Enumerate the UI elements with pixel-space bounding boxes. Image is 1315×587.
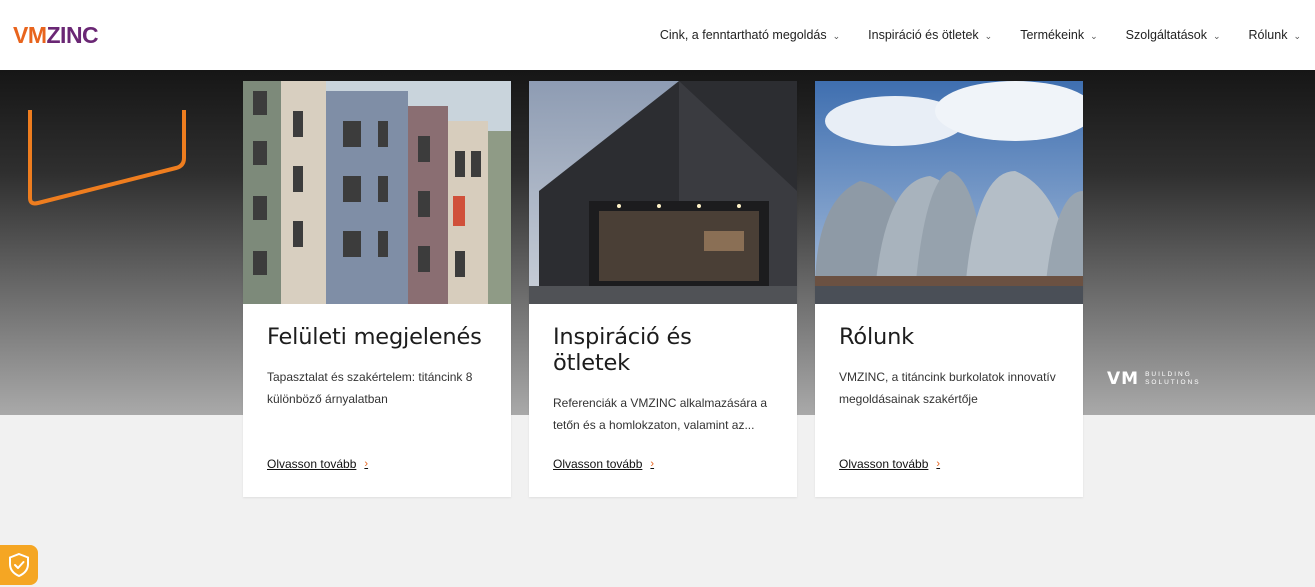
- read-more-link[interactable]: Olvasson tovább ›: [267, 457, 368, 471]
- card-title: Felületi megjelenés: [267, 324, 482, 350]
- logo-zinc-text: ZINC: [46, 21, 99, 48]
- card-description: Referenciák a VMZINC alkalmazására a tet…: [553, 396, 768, 432]
- logo-vm-text: VM: [13, 21, 47, 48]
- nav-item-inspiracio[interactable]: Inspiráció és ötletek ⌄: [868, 28, 992, 42]
- chevron-down-icon: ⌄: [1212, 30, 1221, 41]
- card-image-zinc-domes[interactable]: [815, 81, 1083, 304]
- chevron-right-icon: ›: [650, 458, 655, 470]
- card-body: Inspiráció és ötletek Referenciák a VMZI…: [529, 304, 797, 497]
- read-more-link[interactable]: Olvasson tovább ›: [839, 457, 940, 471]
- chevron-right-icon: ›: [936, 458, 941, 470]
- main-navigation: Cink, a fenntartható megoldás ⌄ Inspiráci…: [632, 28, 1301, 42]
- decorative-orange-outline: [28, 110, 186, 206]
- card-title: Rólunk: [839, 324, 914, 350]
- solutions-label: SOLUTIONS: [1145, 379, 1201, 386]
- card-title: Inspiráció és ötletek: [553, 324, 692, 376]
- nav-item-label: Szolgáltatások: [1125, 28, 1207, 42]
- nav-item-szolgaltatasok[interactable]: Szolgáltatások ⌄: [1126, 28, 1221, 42]
- read-more-label: Olvasson tovább: [839, 457, 929, 471]
- card-description: Tapasztalat és szakértelem: titáncink 8 …: [267, 370, 473, 406]
- chevron-down-icon: ⌄: [1090, 30, 1098, 41]
- read-more-label: Olvasson tovább: [267, 457, 357, 471]
- building-label: BUILDING: [1145, 371, 1192, 378]
- chevron-right-icon: ›: [364, 458, 369, 470]
- vm-logo-text: VM: [1107, 369, 1140, 389]
- read-more-label: Olvasson tovább: [553, 457, 643, 471]
- card-image-dark-house[interactable]: [529, 81, 797, 304]
- nav-item-termekeink[interactable]: Termékeink ⌄: [1020, 28, 1097, 42]
- nav-item-label: Termékeink: [1020, 28, 1085, 42]
- nav-item-rolunk[interactable]: Rólunk ⌄: [1249, 28, 1301, 42]
- chevron-down-icon: ⌄: [832, 30, 841, 41]
- card-image-facade[interactable]: [243, 81, 511, 304]
- card-feluleti-megjelenes[interactable]: Felületi megjelenés Tapasztalat és szaké…: [243, 81, 511, 497]
- card-body: Felületi megjelenés Tapasztalat és szaké…: [243, 304, 511, 497]
- cookie-consent-button[interactable]: [0, 545, 38, 585]
- vmzinc-logo[interactable]: VM ZINC: [13, 20, 99, 50]
- nav-item-label: Inspiráció és ötletek: [868, 28, 979, 42]
- chevron-down-icon: ⌄: [984, 30, 993, 41]
- card-description: VMZINC, a titáncink burkolatok innovatív…: [839, 370, 1056, 406]
- nav-item-cink[interactable]: Cink, a fenntartható megoldás ⌄: [660, 28, 840, 42]
- vm-building-solutions-logo: VM BUILDING SOLUTIONS: [1107, 369, 1201, 389]
- nav-item-label: Rólunk: [1248, 28, 1288, 42]
- card-rolunk[interactable]: Rólunk VMZINC, a titáncink burkolatok in…: [815, 81, 1083, 497]
- shield-check-icon: [9, 553, 29, 577]
- card-inspiracio[interactable]: Inspiráció és ötletek Referenciák a VMZI…: [529, 81, 797, 497]
- nav-item-label: Cink, a fenntartható megoldás: [659, 28, 827, 42]
- card-body: Rólunk VMZINC, a titáncink burkolatok in…: [815, 304, 1083, 497]
- chevron-down-icon: ⌄: [1293, 30, 1301, 41]
- building-solutions-text: BUILDING SOLUTIONS: [1145, 371, 1201, 387]
- site-header: VM ZINC Cink, a fenntartható megoldás ⌄ In…: [0, 0, 1315, 70]
- read-more-link[interactable]: Olvasson tovább ›: [553, 457, 654, 471]
